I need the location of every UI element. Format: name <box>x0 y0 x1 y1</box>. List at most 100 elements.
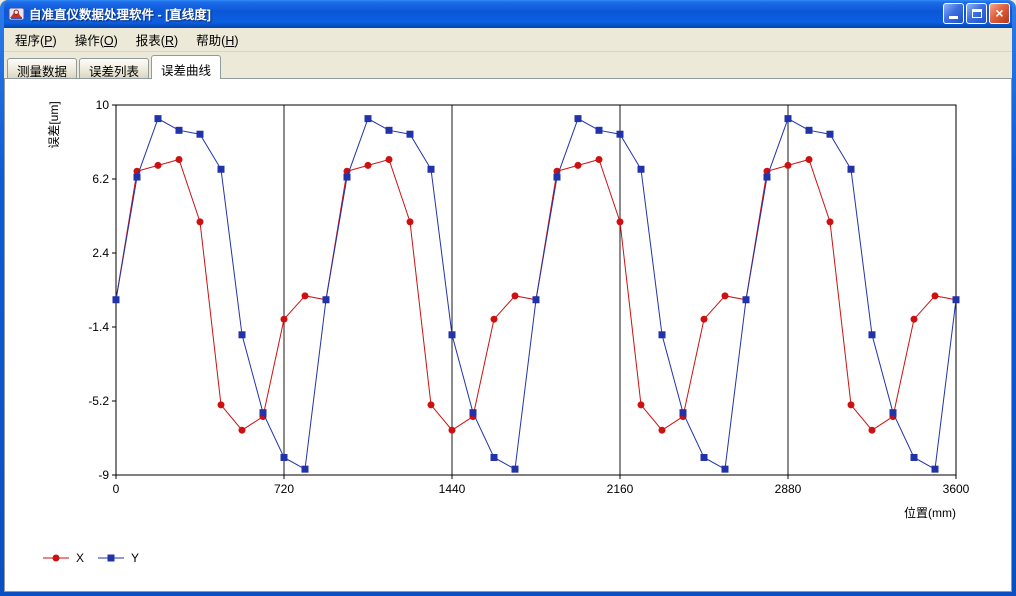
data-point-X <box>659 427 666 434</box>
data-point-Y <box>302 466 309 473</box>
x-tick-label: 720 <box>274 482 294 496</box>
data-point-Y <box>428 166 435 173</box>
data-point-Y <box>827 131 834 138</box>
data-point-Y <box>470 409 477 416</box>
data-point-X <box>449 427 456 434</box>
data-point-X <box>281 316 288 323</box>
data-point-X <box>701 316 708 323</box>
minimize-icon <box>949 16 958 19</box>
y-tick-label: 6.2 <box>92 172 109 186</box>
menu-program[interactable]: 程序(P) <box>6 27 66 52</box>
legend-marker-X <box>53 555 60 562</box>
legend-label-Y: Y <box>131 551 139 565</box>
data-point-Y <box>281 454 288 461</box>
data-point-Y <box>260 409 267 416</box>
x-tick-label: 2880 <box>775 482 802 496</box>
data-point-Y <box>512 466 519 473</box>
data-point-Y <box>155 115 162 122</box>
error-curve-panel: 07201440216028803600106.22.4-1.4-5.2-9误差… <box>4 78 1012 592</box>
data-point-Y <box>491 454 498 461</box>
data-point-X <box>428 401 435 408</box>
menu-operate[interactable]: 操作(O) <box>66 27 127 52</box>
data-point-X <box>197 218 204 225</box>
data-point-X <box>302 292 309 299</box>
tab-strip: 测量数据 误差列表 误差曲线 <box>4 52 1012 78</box>
y-axis-label: 误差[um] <box>47 101 61 148</box>
tab-measure-data[interactable]: 测量数据 <box>7 58 77 78</box>
data-point-X <box>722 292 729 299</box>
data-point-X <box>491 316 498 323</box>
data-point-X <box>638 401 645 408</box>
data-point-X <box>869 427 876 434</box>
y-tick-label: -9 <box>98 468 109 482</box>
x-tick-label: 2160 <box>607 482 634 496</box>
x-tick-label: 0 <box>113 482 120 496</box>
app-window: 自准直仪数据处理软件 - [直线度] × 程序(P) 操作(O) 报表(R) 帮… <box>0 0 1016 596</box>
data-point-Y <box>218 166 225 173</box>
data-point-X <box>827 218 834 225</box>
data-point-Y <box>197 131 204 138</box>
data-point-X <box>365 162 372 169</box>
data-point-Y <box>134 174 141 181</box>
menu-report[interactable]: 报表(R) <box>127 27 187 52</box>
tab-error-list[interactable]: 误差列表 <box>79 58 149 78</box>
close-button[interactable]: × <box>989 3 1010 24</box>
x-tick-label: 3600 <box>943 482 970 496</box>
data-point-Y <box>680 409 687 416</box>
data-point-Y <box>785 115 792 122</box>
close-icon: × <box>995 6 1003 20</box>
data-point-X <box>932 292 939 299</box>
data-point-Y <box>638 166 645 173</box>
data-point-Y <box>617 131 624 138</box>
data-point-X <box>911 316 918 323</box>
data-point-X <box>407 218 414 225</box>
data-point-Y <box>701 454 708 461</box>
minimize-button[interactable] <box>943 3 964 24</box>
data-point-Y <box>323 296 330 303</box>
data-point-Y <box>113 296 120 303</box>
app-icon <box>8 5 25 22</box>
error-curve-chart: 07201440216028803600106.22.4-1.4-5.2-9误差… <box>5 79 1011 591</box>
data-point-X <box>785 162 792 169</box>
plot-area <box>116 105 956 475</box>
data-point-Y <box>176 127 183 134</box>
data-point-Y <box>575 115 582 122</box>
data-point-Y <box>848 166 855 173</box>
data-point-X <box>218 401 225 408</box>
data-point-Y <box>239 331 246 338</box>
data-point-Y <box>386 127 393 134</box>
data-point-Y <box>869 331 876 338</box>
menu-help[interactable]: 帮助(H) <box>187 27 247 52</box>
y-tick-label: -1.4 <box>88 320 109 334</box>
data-point-X <box>176 156 183 163</box>
y-tick-label: -5.2 <box>88 394 109 408</box>
data-point-X <box>386 156 393 163</box>
data-point-Y <box>659 331 666 338</box>
titlebar[interactable]: 自准直仪数据处理软件 - [直线度] × <box>4 0 1012 28</box>
data-point-Y <box>365 115 372 122</box>
data-point-Y <box>596 127 603 134</box>
data-point-Y <box>911 454 918 461</box>
data-point-Y <box>932 466 939 473</box>
data-point-X <box>596 156 603 163</box>
data-point-Y <box>533 296 540 303</box>
legend-marker-Y <box>108 555 115 562</box>
data-point-Y <box>722 466 729 473</box>
data-point-X <box>848 401 855 408</box>
data-point-Y <box>344 174 351 181</box>
data-point-X <box>617 218 624 225</box>
data-point-Y <box>407 131 414 138</box>
maximize-button[interactable] <box>966 3 987 24</box>
legend-label-X: X <box>76 551 84 565</box>
y-tick-label: 2.4 <box>92 246 109 260</box>
maximize-icon <box>972 9 982 18</box>
data-point-X <box>155 162 162 169</box>
data-point-Y <box>554 174 561 181</box>
y-tick-label: 10 <box>96 98 110 112</box>
data-point-Y <box>806 127 813 134</box>
data-point-Y <box>764 174 771 181</box>
data-point-Y <box>953 296 960 303</box>
data-point-X <box>239 427 246 434</box>
x-axis-label: 位置(mm) <box>904 505 956 520</box>
tab-error-curve[interactable]: 误差曲线 <box>151 55 221 79</box>
